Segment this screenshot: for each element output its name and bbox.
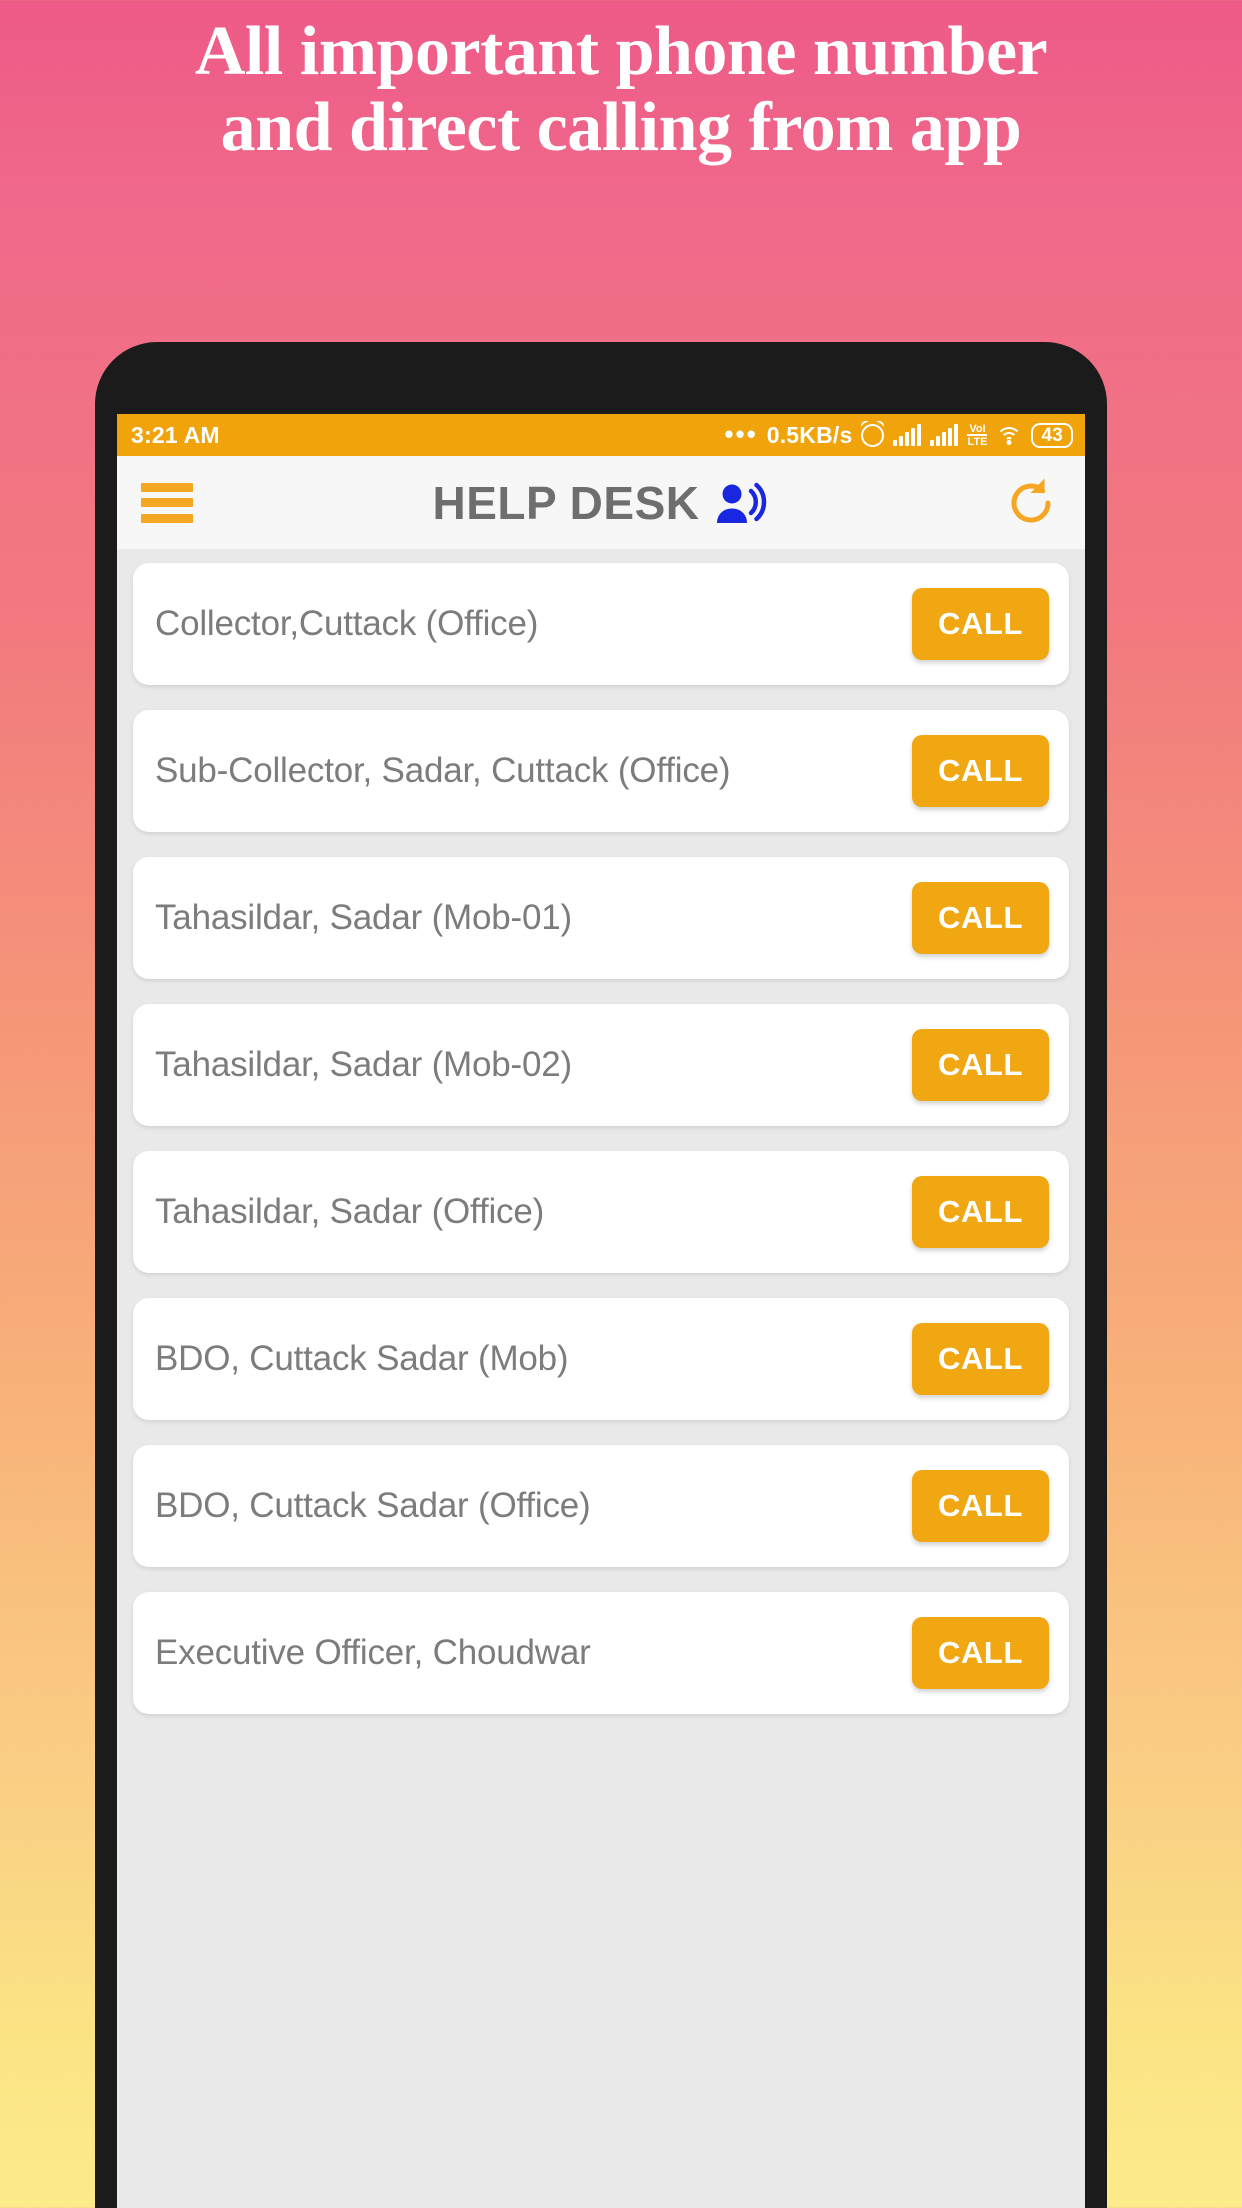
table-row[interactable]: Collector,Cuttack (Office) CALL xyxy=(133,563,1069,685)
status-time: 3:21 AM xyxy=(131,421,220,448)
page-title: HELP DESK xyxy=(432,476,700,529)
table-row[interactable]: Sub-Collector, Sadar, Cuttack (Office) C… xyxy=(133,710,1069,832)
wifi-icon xyxy=(996,425,1023,445)
signal-bars-icon-1 xyxy=(893,424,922,446)
contact-label: Collector,Cuttack (Office) xyxy=(155,604,539,643)
call-button[interactable]: CALL xyxy=(911,1617,1049,1689)
status-icons: ••• 0.5KB/s VoI LTE 43 xyxy=(724,422,1073,449)
promo-line-2: and direct calling from app xyxy=(220,88,1022,166)
volte-top-text: VoI xyxy=(969,422,986,435)
app-bar: HELP DESK xyxy=(117,456,1085,549)
alarm-icon xyxy=(861,423,885,447)
call-button[interactable]: CALL xyxy=(911,588,1049,660)
volte-bottom-text: LTE xyxy=(967,433,988,448)
call-button[interactable]: CALL xyxy=(911,1323,1049,1395)
table-row[interactable]: BDO, Cuttack Sadar (Mob) CALL xyxy=(133,1298,1069,1420)
helpdesk-contact-list: Collector,Cuttack (Office) CALL Sub-Coll… xyxy=(117,549,1085,1714)
promo-line-1: All important phone number xyxy=(194,13,1048,90)
table-row[interactable]: Executive Officer, Choudwar CALL xyxy=(133,1592,1069,1714)
network-speed-label: 0.5KB/s xyxy=(766,421,853,448)
battery-indicator: 43 xyxy=(1031,422,1073,448)
call-button[interactable]: CALL xyxy=(911,1470,1049,1542)
table-row[interactable]: Tahasildar, Sadar (Mob-01) CALL xyxy=(133,857,1069,979)
table-row[interactable]: BDO, Cuttack Sadar (Office) CALL xyxy=(133,1445,1069,1567)
status-overflow-dots-icon: ••• xyxy=(724,419,758,450)
contact-label: BDO, Cuttack Sadar (Office) xyxy=(155,1486,591,1525)
app-title-group: HELP DESK xyxy=(117,456,1085,549)
status-bar: 3:21 AM ••• 0.5KB/s VoI LTE 43 xyxy=(117,414,1085,456)
contact-label: BDO, Cuttack Sadar (Mob) xyxy=(155,1339,569,1378)
phone-mockup: 3:21 AM ••• 0.5KB/s VoI LTE 43 HELP DESK… xyxy=(95,342,1107,2208)
contact-label: Executive Officer, Choudwar xyxy=(155,1633,591,1672)
call-button[interactable]: CALL xyxy=(911,882,1049,954)
contact-label: Sub-Collector, Sadar, Cuttack (Office) xyxy=(155,751,731,790)
contact-label: Tahasildar, Sadar (Mob-01) xyxy=(155,898,572,937)
contact-label: Tahasildar, Sadar (Office) xyxy=(155,1192,545,1231)
call-button[interactable]: CALL xyxy=(911,1029,1049,1101)
refresh-icon[interactable] xyxy=(1003,475,1059,531)
signal-bars-icon-2 xyxy=(930,424,959,446)
phone-screen: 3:21 AM ••• 0.5KB/s VoI LTE 43 HELP DESK… xyxy=(117,414,1085,2208)
call-button[interactable]: CALL xyxy=(911,1176,1049,1248)
promo-headline: All important phone number and direct ca… xyxy=(0,14,1242,165)
volte-icon: VoI LTE xyxy=(967,422,988,448)
table-row[interactable]: Tahasildar, Sadar (Mob-02) CALL xyxy=(133,1004,1069,1126)
contact-label: Tahasildar, Sadar (Mob-02) xyxy=(155,1045,572,1084)
hamburger-menu-icon[interactable] xyxy=(141,482,193,523)
person-speaking-icon xyxy=(715,481,769,525)
call-button[interactable]: CALL xyxy=(911,735,1049,807)
table-row[interactable]: Tahasildar, Sadar (Office) CALL xyxy=(133,1151,1069,1273)
